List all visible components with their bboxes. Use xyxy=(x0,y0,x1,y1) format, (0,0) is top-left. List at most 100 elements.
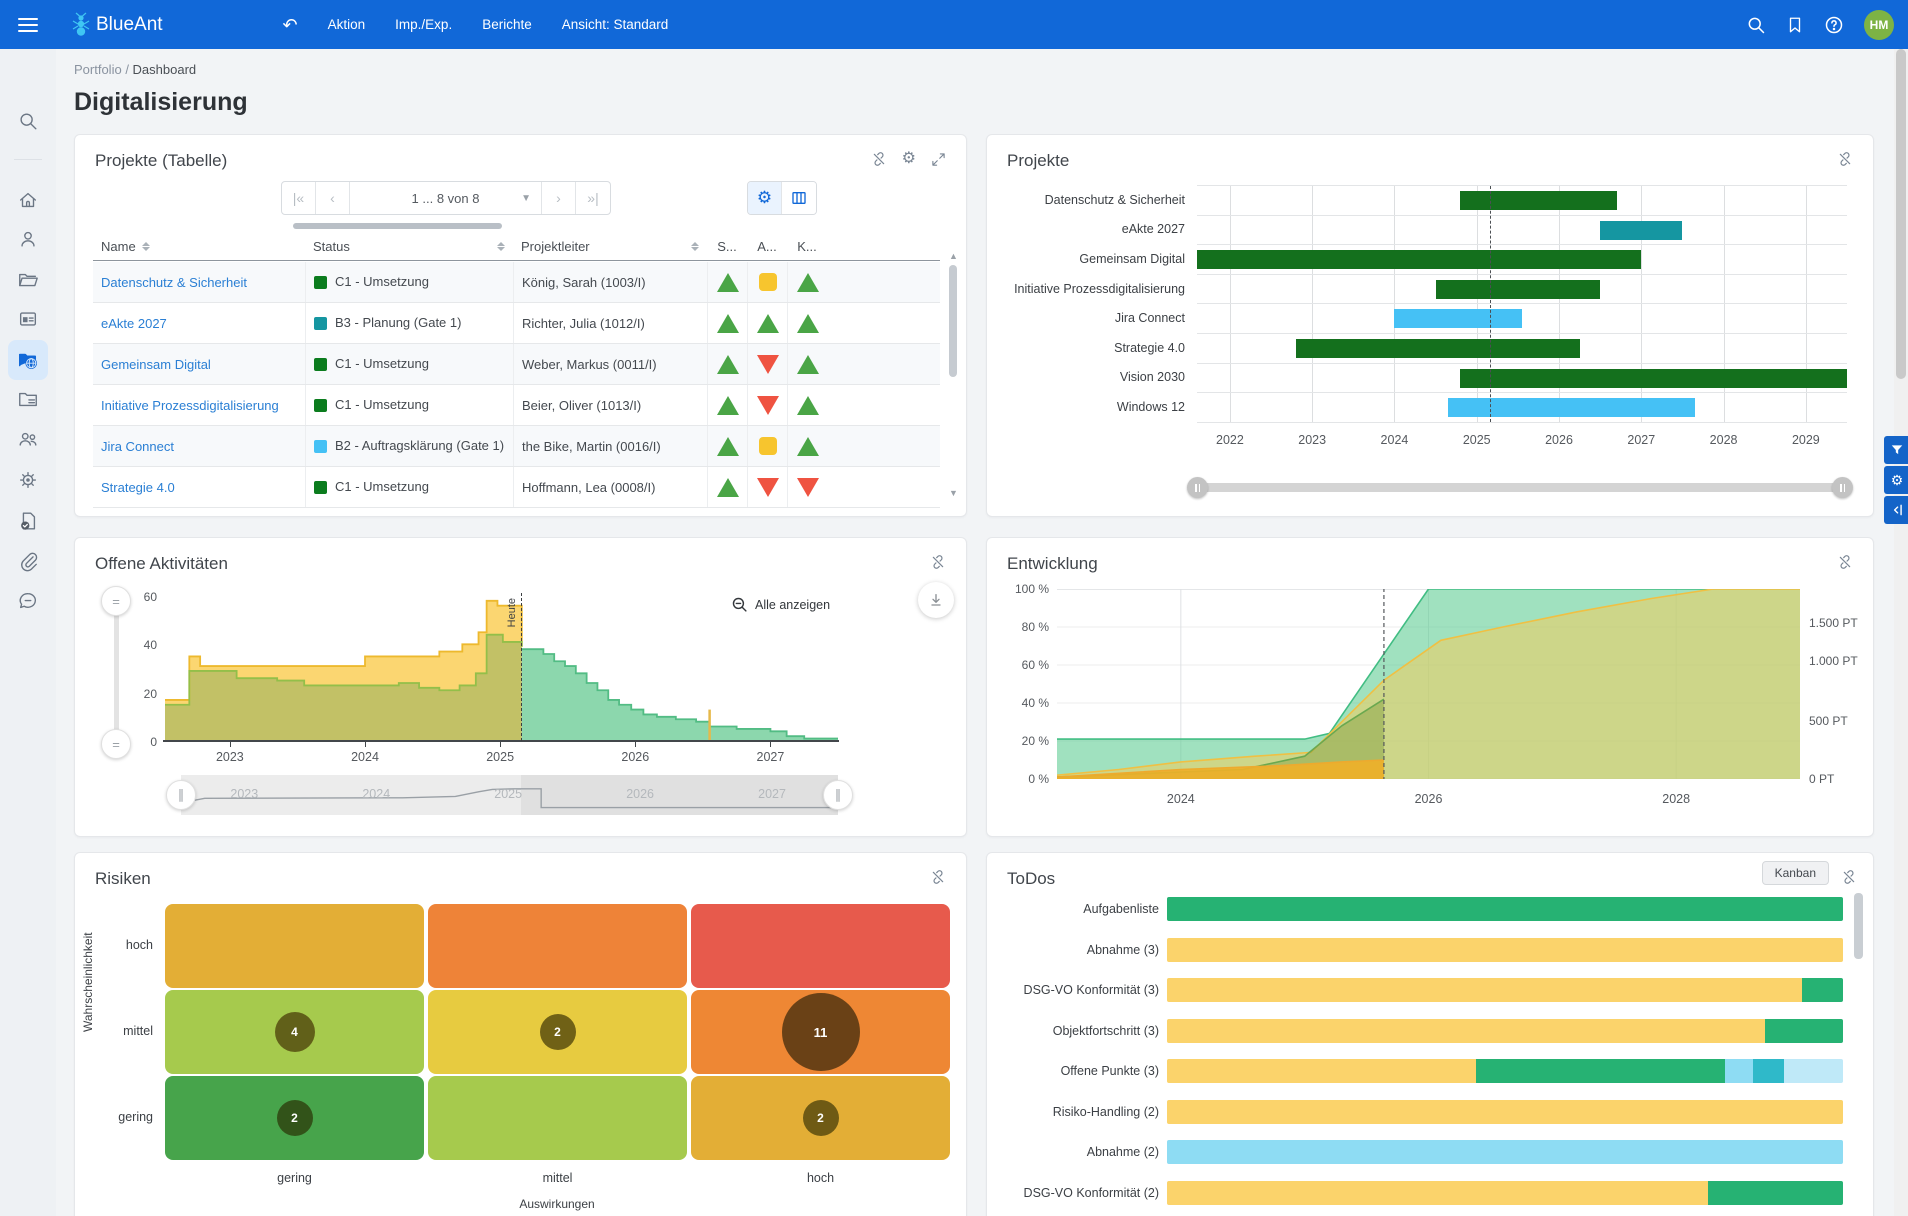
unlink-icon[interactable] xyxy=(930,869,946,885)
sidebar-item-team[interactable] xyxy=(8,419,48,459)
todo-bar[interactable] xyxy=(1167,1059,1843,1083)
column-header-name[interactable]: Name xyxy=(101,239,136,254)
indicator-up xyxy=(797,396,819,415)
gantt-bar[interactable] xyxy=(1394,309,1522,328)
table-vertical-scrollbar[interactable]: ▲▼ xyxy=(948,251,958,498)
sidebar-item-document-check[interactable] xyxy=(8,501,48,541)
todo-bar[interactable] xyxy=(1167,1181,1843,1205)
project-name-link[interactable]: Gemeinsam Digital xyxy=(93,357,305,372)
todos-vertical-scrollbar[interactable] xyxy=(1854,893,1863,1193)
gantt-bar[interactable] xyxy=(1197,250,1641,269)
sidebar-search-icon[interactable] xyxy=(8,101,48,141)
risk-cell[interactable] xyxy=(428,904,687,988)
sidebar-item-attachments[interactable] xyxy=(8,541,48,581)
help-icon[interactable] xyxy=(1824,15,1844,35)
gantt-row-label: eAkte 2027 xyxy=(987,215,1185,245)
kanban-button[interactable]: Kanban xyxy=(1762,861,1829,885)
sort-icon[interactable] xyxy=(497,242,505,251)
activities-range-navigator[interactable]: 20232024202520262027 xyxy=(181,775,838,815)
unlink-icon[interactable] xyxy=(930,554,946,570)
app-logo[interactable]: BlueAnt xyxy=(70,12,163,38)
gantt-scroll-right-handle[interactable] xyxy=(1832,477,1853,498)
gantt-bar[interactable] xyxy=(1436,280,1601,299)
risk-cell[interactable] xyxy=(428,1076,687,1160)
gantt-bar[interactable] xyxy=(1460,191,1616,210)
sidebar-item-home[interactable] xyxy=(8,180,48,220)
risk-bubble[interactable]: 11 xyxy=(782,993,860,1071)
bookmark-icon[interactable] xyxy=(1786,15,1804,35)
table-columns-button[interactable] xyxy=(782,182,816,214)
todo-bar[interactable] xyxy=(1167,978,1843,1002)
menu-imp-exp[interactable]: Imp./Exp. xyxy=(395,17,452,32)
risk-bubble[interactable]: 4 xyxy=(275,1012,315,1052)
settings-button[interactable]: ⚙ xyxy=(1884,466,1908,494)
todo-bar[interactable] xyxy=(1167,938,1843,962)
collapse-panel-button[interactable] xyxy=(1884,496,1908,524)
risk-bubble[interactable]: 2 xyxy=(277,1100,313,1136)
column-header-projektleiter[interactable]: Projektleiter xyxy=(521,239,590,254)
sidebar-item-person[interactable] xyxy=(8,219,48,259)
development-right-tick: 1.500 PT xyxy=(1809,616,1858,630)
hamburger-menu-icon[interactable] xyxy=(0,14,56,36)
navigator-left-handle[interactable]: ∥ xyxy=(166,780,196,810)
unlink-icon[interactable] xyxy=(871,151,887,167)
unlink-icon[interactable] xyxy=(1837,151,1853,167)
sidebar-item-folder-list[interactable] xyxy=(8,379,48,419)
gantt-bar[interactable] xyxy=(1448,398,1695,417)
expand-icon[interactable] xyxy=(931,152,946,167)
sidebar-item-board[interactable] xyxy=(8,299,48,339)
menu-aktion[interactable]: Aktion xyxy=(328,17,366,32)
gantt-bar[interactable] xyxy=(1600,221,1682,240)
todo-bar[interactable] xyxy=(1167,1019,1843,1043)
risk-cell[interactable] xyxy=(691,904,950,988)
project-name-link[interactable]: eAkte 2027 xyxy=(93,316,305,331)
pagination-range-dropdown[interactable]: 1 ... 8 von 8▼ xyxy=(350,182,542,214)
menu-berichte[interactable]: Berichte xyxy=(482,17,532,32)
page-scrollbar[interactable] xyxy=(1894,49,1908,1216)
pagination-next-button[interactable]: › xyxy=(542,182,576,214)
project-name-link[interactable]: Jira Connect xyxy=(93,439,305,454)
todo-bar[interactable] xyxy=(1167,1100,1843,1124)
sidebar-item-chat[interactable] xyxy=(8,581,48,621)
project-name-link[interactable]: Datenschutz & Sicherheit xyxy=(93,275,305,290)
navigator-right-handle[interactable]: ∥ xyxy=(823,780,853,810)
risk-bubble[interactable]: 2 xyxy=(803,1100,839,1136)
gantt-scroll-left-handle[interactable] xyxy=(1187,477,1208,498)
breadcrumb-portfolio[interactable]: Portfolio xyxy=(74,62,122,77)
todo-bar[interactable] xyxy=(1167,897,1843,921)
unlink-icon[interactable] xyxy=(1841,869,1857,885)
risk-bubble[interactable]: 2 xyxy=(540,1014,576,1050)
back-icon[interactable]: ↶ xyxy=(283,16,298,34)
sort-icon[interactable] xyxy=(691,242,699,251)
todo-bar[interactable] xyxy=(1167,1140,1843,1164)
sort-icon[interactable] xyxy=(142,242,150,251)
menu-ansicht[interactable]: Ansicht: Standard xyxy=(562,17,669,32)
gantt-bar[interactable] xyxy=(1296,339,1580,358)
column-header-status[interactable]: Status xyxy=(313,239,350,254)
risk-col-label: hoch xyxy=(807,1171,834,1185)
gantt-time-scrollbar[interactable] xyxy=(1187,477,1853,497)
filter-button[interactable] xyxy=(1884,436,1908,464)
sidebar-item-portfolio[interactable] xyxy=(8,340,48,380)
table-horizontal-scrollbar[interactable] xyxy=(293,223,502,229)
gantt-bar[interactable] xyxy=(1460,369,1847,388)
show-all-button[interactable]: Alle anzeigen xyxy=(731,596,830,613)
unlink-icon[interactable] xyxy=(1837,554,1853,570)
pagination-first-button[interactable]: |« xyxy=(282,182,316,214)
risk-cell[interactable] xyxy=(165,904,424,988)
project-name-link[interactable]: Strategie 4.0 xyxy=(93,480,305,495)
pagination-last-button[interactable]: »| xyxy=(576,182,610,214)
download-button[interactable] xyxy=(918,582,954,618)
sidebar-item-projects[interactable] xyxy=(8,260,48,300)
sidebar-item-operations[interactable] xyxy=(8,460,48,500)
column-header-a[interactable]: A... xyxy=(757,239,777,254)
user-avatar[interactable]: HM xyxy=(1864,10,1894,40)
gear-icon[interactable]: ⚙ xyxy=(902,151,916,167)
table-settings-button[interactable]: ⚙ xyxy=(748,182,782,214)
column-header-k[interactable]: K... xyxy=(797,239,817,254)
project-name-link[interactable]: Initiative Prozessdigitalisierung xyxy=(93,398,305,413)
pagination-prev-button[interactable]: ‹ xyxy=(316,182,350,214)
search-icon[interactable] xyxy=(1746,15,1766,35)
column-header-s[interactable]: S... xyxy=(717,239,737,254)
todo-bar-segment xyxy=(1708,1181,1843,1205)
